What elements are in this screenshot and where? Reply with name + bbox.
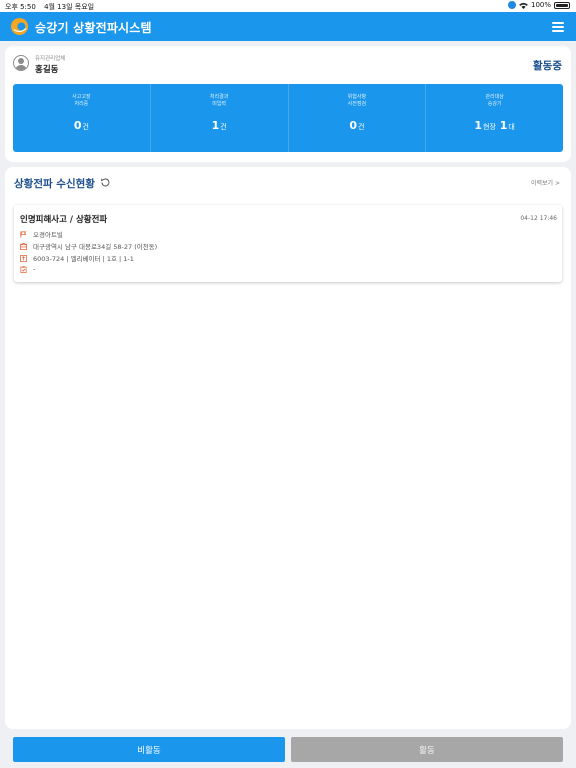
incident-title: 인명피해사고 / 상황전파	[20, 215, 108, 225]
incident-item[interactable]: 인명피해사고 / 상황전파 04-12 17:46 오경아트빌 대구광역시 남구…	[14, 205, 562, 282]
stat-accident-processing[interactable]: 사고고장 처리중 0건	[13, 84, 151, 152]
stats-panel: 사고고장 처리중 0건 처리결과 미입력 1건 위험사항 사전점검 0건 관리대…	[13, 84, 563, 152]
battery-percent: 100%	[530, 1, 551, 9]
stat-managed-elevators[interactable]: 관리대상 승강기 1현장 1대	[426, 84, 563, 152]
stat-result-missing[interactable]: 처리결과 미입력 1건	[151, 84, 289, 152]
incident-elevator: 6003-724 | 엘리베이터 | 1호 | 1-1	[33, 255, 134, 263]
refresh-icon[interactable]	[100, 177, 111, 188]
flag-icon	[20, 230, 27, 238]
clipboard-icon	[20, 265, 27, 273]
incident-list-card: 상황전파 수신현황 이력보기 > 인명피해사고 / 상황전파 04-12 17:…	[5, 167, 571, 729]
stat-value: 0건	[349, 119, 365, 132]
status-bar: 오후 5:50 4월 13일 목요일 100%	[0, 0, 576, 12]
history-link[interactable]: 이력보기 >	[531, 178, 560, 187]
incident-elevator-row: 6003-724 | 엘리베이터 | 1호 | 1-1	[20, 253, 134, 263]
wifi-icon	[519, 2, 528, 9]
status-date: 4월 13일 목요일	[44, 3, 95, 11]
active-button[interactable]: 활동	[291, 737, 563, 762]
stat-risk-precheck[interactable]: 위험사항 사전점검 0건	[289, 84, 427, 152]
avatar-icon	[13, 55, 29, 71]
user-name: 홍길동	[35, 65, 59, 75]
battery-icon	[554, 1, 570, 9]
incident-address: 대구광역시 남구 대봉로34길 58-27 (이천동)	[33, 243, 158, 251]
stat-label-line2: 사전점검	[347, 100, 367, 107]
stat-label-line2: 미입력	[212, 100, 227, 107]
stat-label-line2: 승강기	[487, 100, 502, 107]
section-title: 상황전파 수신현황	[14, 178, 95, 190]
incident-building-row: 오경아트빌	[20, 229, 63, 239]
stat-value: 0건	[73, 119, 89, 132]
stat-label-line2: 처리중	[74, 100, 89, 107]
incident-note: -	[33, 265, 36, 273]
inactive-button[interactable]: 비활동	[13, 737, 285, 762]
location-icon	[507, 1, 516, 9]
stat-value: 1현장 1대	[474, 119, 515, 132]
address-icon	[20, 242, 27, 250]
app-title: 승강기 상황전파시스템	[35, 21, 152, 35]
incident-building: 오경아트빌	[33, 231, 63, 239]
app-bar: 승강기 상황전파시스템	[0, 12, 576, 41]
stat-value: 1건	[211, 119, 227, 132]
profile-card: 유지관리업체 홍길동 활동중 사고고장 처리중 0건 처리결과 미입력 1건 위…	[5, 46, 571, 162]
app-logo-icon	[10, 17, 29, 36]
elevator-icon	[20, 254, 27, 262]
status-time: 오후 5:50	[5, 3, 36, 11]
company-label: 유지관리업체	[35, 56, 66, 62]
incident-address-row: 대구광역시 남구 대봉로34길 58-27 (이천동)	[20, 241, 157, 251]
menu-icon[interactable]	[552, 22, 564, 32]
activity-status: 활동중	[533, 60, 562, 72]
incident-note-row: -	[20, 265, 35, 273]
incident-time: 04-12 17:46	[520, 215, 557, 222]
